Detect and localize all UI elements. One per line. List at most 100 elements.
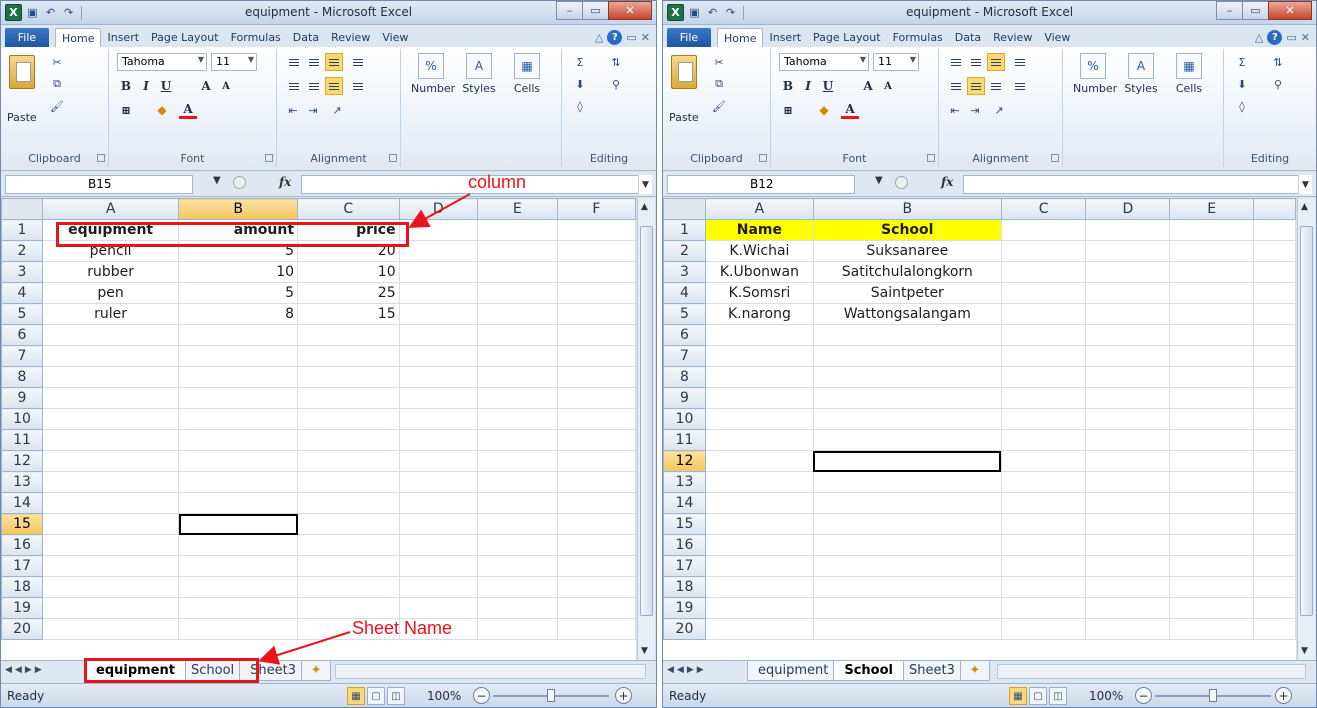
- cell[interactable]: Satitchulalongkorn: [812, 261, 1002, 283]
- row-header[interactable]: 16: [1, 534, 43, 556]
- cell[interactable]: [1169, 450, 1255, 472]
- cell[interactable]: 20: [297, 240, 400, 262]
- cell[interactable]: [476, 555, 558, 577]
- grow-font-button[interactable]: A: [197, 77, 215, 95]
- cell[interactable]: [1000, 303, 1087, 325]
- select-all-corner[interactable]: [663, 198, 706, 220]
- row-header[interactable]: 12: [1, 450, 43, 472]
- cell[interactable]: [812, 387, 1002, 409]
- fx-icon[interactable]: fx: [941, 175, 953, 189]
- row-header[interactable]: 13: [663, 471, 706, 493]
- merge-center-button[interactable]: [1011, 77, 1029, 95]
- cell[interactable]: [1253, 282, 1296, 304]
- font-size-box[interactable]: 11 ▼: [211, 53, 257, 71]
- cell[interactable]: [556, 471, 636, 493]
- cell[interactable]: [1253, 597, 1296, 619]
- cell[interactable]: [1085, 429, 1171, 451]
- vertical-scrollbar[interactable]: ▲ ▼: [637, 198, 655, 660]
- insert-sheet-icon[interactable]: ✦: [301, 661, 332, 681]
- cell[interactable]: [1169, 387, 1255, 409]
- cell[interactable]: [178, 618, 299, 640]
- cut-icon[interactable]: ✂: [49, 55, 65, 69]
- cell[interactable]: [1000, 534, 1087, 556]
- italic-button[interactable]: I: [137, 77, 155, 95]
- row-header[interactable]: 1: [1, 219, 43, 241]
- cell[interactable]: [556, 387, 636, 409]
- cell[interactable]: [1085, 534, 1171, 556]
- name-box[interactable]: B12: [667, 175, 855, 194]
- select-all-corner[interactable]: [1, 198, 43, 220]
- cell[interactable]: [1085, 471, 1171, 493]
- cell[interactable]: [1085, 219, 1171, 241]
- cell[interactable]: [476, 576, 558, 598]
- cell[interactable]: [297, 555, 400, 577]
- tab-formulas[interactable]: Formulas: [225, 28, 287, 47]
- row-header[interactable]: 19: [1, 597, 43, 619]
- cell[interactable]: [1000, 387, 1087, 409]
- minimize-icon[interactable]: –: [556, 1, 583, 20]
- cell[interactable]: [812, 408, 1002, 430]
- cell[interactable]: [1169, 261, 1255, 283]
- cell[interactable]: 15: [297, 303, 400, 325]
- cell[interactable]: [704, 597, 814, 619]
- tab-data[interactable]: Data: [287, 28, 325, 47]
- cell[interactable]: [398, 513, 478, 535]
- tab-home[interactable]: Home: [717, 28, 764, 47]
- cell[interactable]: [297, 597, 400, 619]
- dialog-launcher-icon[interactable]: [265, 154, 273, 162]
- sheet-tab-equipment[interactable]: equipment: [747, 661, 840, 681]
- cell[interactable]: [812, 618, 1002, 640]
- cell[interactable]: [812, 471, 1002, 493]
- cell[interactable]: [1085, 618, 1171, 640]
- tab-review[interactable]: Review: [325, 28, 376, 47]
- name-box[interactable]: B15: [5, 175, 193, 194]
- row-header[interactable]: 8: [1, 366, 43, 388]
- cell[interactable]: [178, 429, 299, 451]
- horizontal-scrollbar[interactable]: [335, 664, 646, 679]
- cell[interactable]: [41, 366, 180, 388]
- cell[interactable]: [812, 492, 1002, 514]
- cell[interactable]: [178, 492, 299, 514]
- row-header[interactable]: 9: [663, 387, 706, 409]
- zoom-out-icon[interactable]: −: [473, 687, 490, 704]
- cell[interactable]: [1085, 324, 1171, 346]
- row-header[interactable]: 4: [663, 282, 706, 304]
- cut-icon[interactable]: ✂: [711, 55, 727, 69]
- cell[interactable]: [476, 534, 558, 556]
- row-header[interactable]: 15: [1, 513, 43, 535]
- cell[interactable]: [1253, 555, 1296, 577]
- dialog-launcher-icon[interactable]: [927, 154, 935, 162]
- cell[interactable]: [41, 324, 180, 346]
- find-icon[interactable]: ⚲: [608, 77, 624, 91]
- column-header[interactable]: C: [297, 198, 400, 220]
- sort-filter-icon[interactable]: ⇅: [1270, 55, 1286, 69]
- cell[interactable]: [1253, 303, 1296, 325]
- cell[interactable]: [476, 345, 558, 367]
- cell[interactable]: [476, 618, 558, 640]
- row-header[interactable]: 14: [663, 492, 706, 514]
- restore-workbook-icon[interactable]: ▭: [626, 31, 636, 44]
- font-size-box[interactable]: 11 ▼: [873, 53, 919, 71]
- cell[interactable]: [1253, 576, 1296, 598]
- cell[interactable]: [556, 450, 636, 472]
- cell[interactable]: [1085, 450, 1171, 472]
- grow-font-button[interactable]: A: [859, 77, 877, 95]
- merge-center-button[interactable]: [349, 77, 367, 95]
- cell[interactable]: [556, 282, 636, 304]
- row-header[interactable]: 20: [663, 618, 706, 640]
- maximize-icon[interactable]: ▭: [1242, 1, 1269, 20]
- cell[interactable]: [1253, 492, 1296, 514]
- dialog-launcher-icon[interactable]: [1051, 154, 1059, 162]
- column-header[interactable]: B: [812, 198, 1002, 220]
- cell[interactable]: [297, 408, 400, 430]
- cell[interactable]: [812, 513, 1002, 535]
- cell[interactable]: [1000, 219, 1087, 241]
- cell[interactable]: [556, 240, 636, 262]
- column-header[interactable]: E: [1169, 198, 1255, 220]
- zoom-in-icon[interactable]: +: [1275, 687, 1292, 704]
- align-bottom-button[interactable]: [325, 53, 343, 71]
- cell[interactable]: [556, 492, 636, 514]
- cell[interactable]: rubber: [41, 261, 180, 283]
- find-icon[interactable]: ⚲: [1270, 77, 1286, 91]
- cell[interactable]: [1000, 240, 1087, 262]
